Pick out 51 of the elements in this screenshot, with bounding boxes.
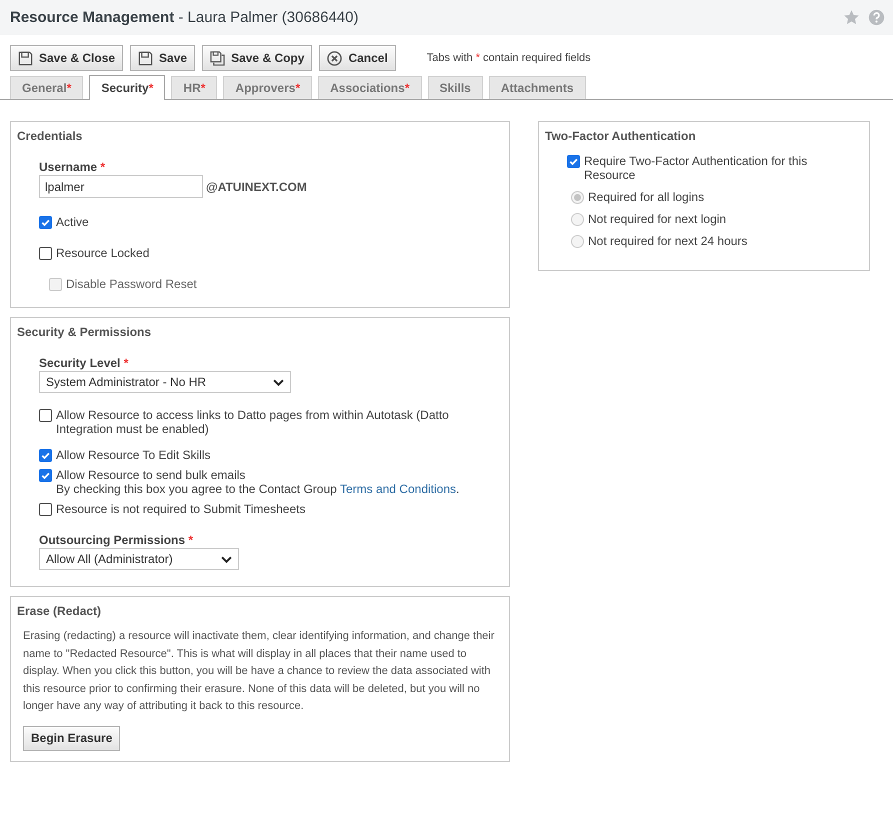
toolbar-button[interactable]: Cancel: [319, 45, 396, 71]
toolbar-button[interactable]: Save & Copy: [202, 45, 312, 71]
field-label: Security Level *: [39, 356, 130, 370]
checkbox-label: Resource is not required to Submit Timesheets: [56, 502, 306, 516]
terms-link[interactable]: Terms and Conditions: [340, 482, 456, 496]
checkbox[interactable]: [39, 449, 52, 462]
checkbox-label: Active: [56, 215, 89, 229]
checkbox-label: Allow Resource to access links to Datto pages from within Autotask (Datto Integration must be enabled): [56, 408, 450, 436]
copy-icon: [210, 50, 226, 66]
checkbox[interactable]: [39, 469, 52, 482]
page-title: Resource Management - Laura Palmer (30686440): [10, 9, 360, 26]
section-title: Erase (Redact): [17, 604, 102, 618]
tab[interactable]: Attachments: [488, 76, 586, 99]
section-title: Credentials: [17, 129, 84, 143]
checkbox[interactable]: [39, 503, 52, 516]
checkbox[interactable]: [39, 247, 52, 260]
tab[interactable]: Associations*: [318, 76, 422, 99]
tab[interactable]: HR*: [171, 76, 218, 99]
checkbox[interactable]: [39, 216, 52, 229]
checkbox[interactable]: [567, 155, 580, 168]
cancel-icon: [327, 50, 342, 66]
section-title: Security & Permissions: [17, 325, 152, 339]
section-title: Two-Factor Authentication: [545, 129, 697, 143]
tab[interactable]: Skills: [428, 76, 483, 99]
checkbox[interactable]: [39, 409, 52, 422]
required-note: Tabs with * contain required fields: [426, 52, 591, 64]
erase-description: Erasing (redacting) a resource will inactivate them, clear identifying information, and change their name to "Redacted Resource". This is what will display in all places that their name used to display. When you click this button, you will be have a chance to review the data associated with this resource prior to confirming their erasure. None of this data will be deleted, but you will no longer have any way of attributing it back to this resource.: [23, 629, 496, 714]
chevron-down-icon: [221, 556, 232, 562]
begin-erasure-button[interactable]: Begin Erasure: [23, 726, 120, 750]
agreement-text: By checking this box you agree to the Contact Group Terms and Conditions.: [56, 482, 460, 496]
radio-label: Required for all logins: [588, 190, 704, 204]
tab[interactable]: General*: [10, 76, 84, 99]
tab[interactable]: Approvers*: [223, 76, 312, 99]
toolbar-button[interactable]: Save: [130, 45, 196, 71]
checkbox-label: Resource Locked: [56, 246, 150, 260]
star-icon[interactable]: [843, 9, 860, 26]
tab[interactable]: Security*: [89, 75, 166, 100]
outsourcing-dropdown[interactable]: Allow All (Administrator): [39, 548, 239, 570]
domain-text: @ATUINEXT.COM: [206, 180, 307, 194]
radio-label: Not required for next login: [588, 212, 726, 226]
checkbox-label: Allow Resource to send bulk emails: [56, 468, 246, 482]
checkbox-label: Disable Password Reset: [66, 277, 197, 291]
radio-label: Not required for next 24 hours: [588, 234, 748, 248]
field-label: Username *: [39, 160, 106, 174]
security-level-dropdown[interactable]: System Administrator - No HR: [39, 371, 291, 393]
checkbox-label: Require Two-Factor Authentication for this Resource: [584, 154, 808, 182]
username-field[interactable]: lpalmer: [39, 175, 203, 198]
chevron-down-icon: [273, 378, 284, 386]
toolbar-button[interactable]: Save & Close: [10, 45, 124, 71]
checkbox-label: Allow Resource To Edit Skills: [56, 448, 211, 462]
field-label: Outsourcing Permissions *: [39, 533, 194, 547]
